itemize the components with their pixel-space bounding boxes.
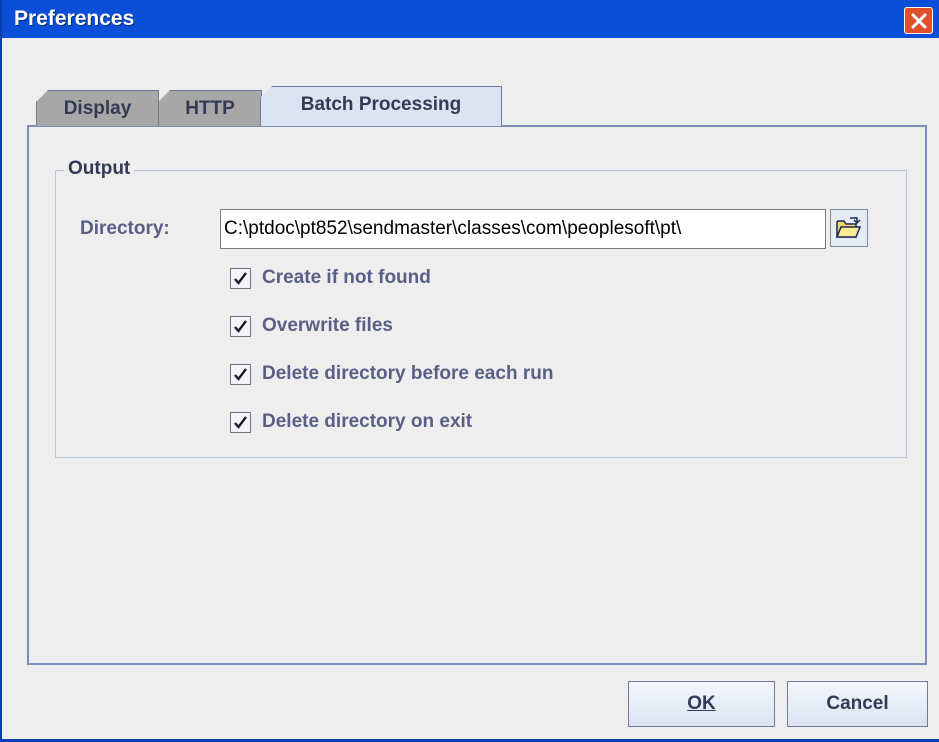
directory-label: Directory: [80, 218, 170, 239]
checkbox[interactable] [230, 315, 251, 337]
checkbox[interactable] [230, 363, 251, 385]
directory-input[interactable] [220, 209, 826, 249]
ok-button-label: OK [687, 693, 716, 714]
overwrite-files-label: Overwrite files [262, 315, 393, 336]
tab-batch-processing-label: Batch Processing [300, 94, 462, 115]
close-icon [911, 13, 927, 29]
delete-directory-on-exit-label: Delete directory on exit [262, 411, 473, 432]
tab-http[interactable]: HTTP [158, 90, 262, 126]
preferences-dialog: Preferences Display HTTP Batch Processin… [0, 0, 939, 742]
tab-display-label: Display [63, 98, 132, 119]
output-group-legend: Output [64, 158, 135, 180]
delete-directory-before-each-run-label: Delete directory before each run [262, 363, 554, 384]
checkmark-icon [234, 415, 247, 429]
cancel-button[interactable]: Cancel [787, 681, 928, 727]
checkmark-icon [234, 319, 247, 333]
tab-display[interactable]: Display [36, 90, 159, 126]
checkmark-icon [234, 271, 247, 285]
browse-directory-button[interactable] [830, 209, 868, 247]
title-bar[interactable]: Preferences [2, 0, 939, 38]
open-folder-icon [836, 217, 862, 238]
create-if-not-found-checkbox[interactable]: Create if not found [230, 265, 431, 291]
tab-http-label: HTTP [185, 98, 235, 119]
tab-batch-processing[interactable]: Batch Processing [260, 86, 502, 126]
delete-directory-on-exit-checkbox[interactable]: Delete directory on exit [230, 409, 472, 435]
cancel-button-label: Cancel [826, 693, 889, 714]
checkbox[interactable] [230, 411, 251, 433]
delete-directory-before-each-run-checkbox[interactable]: Delete directory before each run [230, 361, 553, 387]
window-title: Preferences [14, 7, 135, 30]
overwrite-files-checkbox[interactable]: Overwrite files [230, 313, 393, 339]
checkmark-icon [234, 367, 247, 381]
checkbox[interactable] [230, 267, 251, 289]
ok-button[interactable]: OK [628, 681, 775, 727]
create-if-not-found-label: Create if not found [262, 267, 431, 288]
close-button[interactable] [904, 7, 933, 34]
